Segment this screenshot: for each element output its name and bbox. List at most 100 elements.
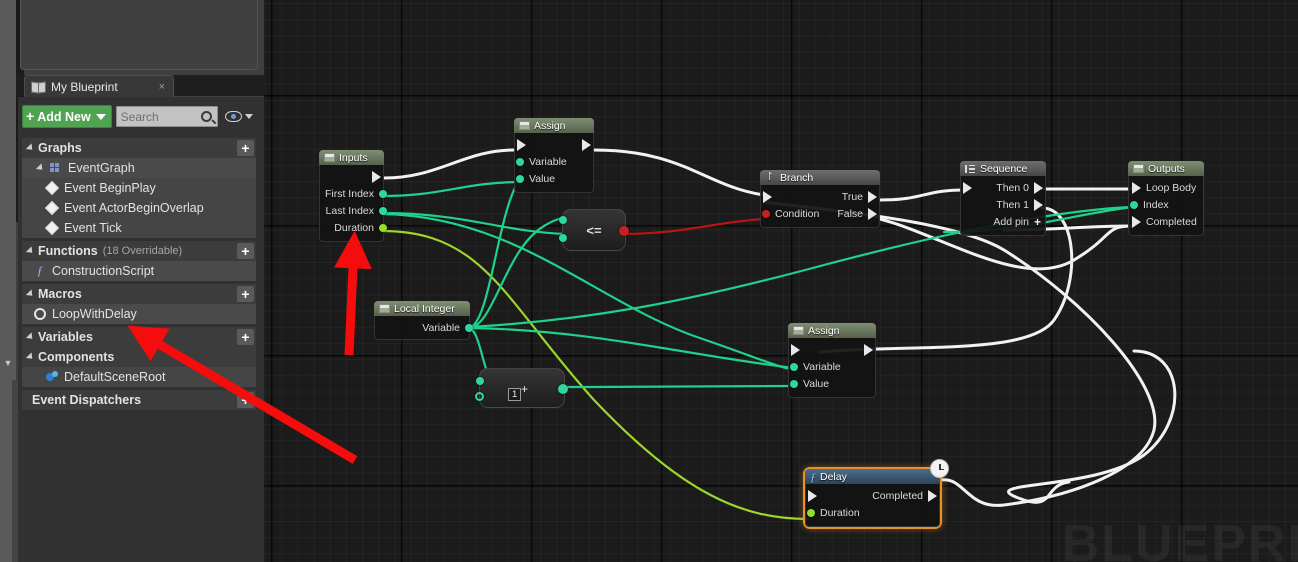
- float-pin-icon: [379, 223, 387, 232]
- tree-item-label: Event BeginPlay: [64, 181, 156, 195]
- pin-value[interactable]: Value: [789, 375, 875, 392]
- int-pin-icon: [465, 323, 473, 332]
- tree-item-event-beginplay[interactable]: Event BeginPlay: [22, 178, 256, 198]
- add-graph-button[interactable]: +: [237, 140, 254, 156]
- exec-pin-icon: [864, 343, 873, 356]
- pin-value[interactable]: Value: [515, 170, 593, 187]
- node-local-integer[interactable]: Local Integer Variable: [374, 301, 473, 340]
- pin-index[interactable]: Index: [1129, 196, 1203, 213]
- blueprint-editor-window: ▼ My Blueprint × + Add New Search Graphs…: [0, 0, 1298, 562]
- node-assign-1[interactable]: Assign Variable Value: [514, 118, 594, 193]
- add-function-button[interactable]: +: [237, 243, 254, 259]
- chevron-down-icon[interactable]: ▼: [2, 357, 14, 369]
- section-label: Event Dispatchers: [32, 393, 142, 407]
- add-new-label: Add New: [37, 109, 91, 124]
- node-body: Variable: [374, 316, 473, 340]
- tree-item-eventgraph[interactable]: EventGraph: [22, 158, 256, 178]
- search-input[interactable]: Search: [115, 106, 218, 127]
- pin-variable[interactable]: Variable: [375, 319, 473, 336]
- node-delay[interactable]: ƒ Delay Completed Duration: [805, 459, 949, 527]
- pin-label: True: [841, 190, 863, 203]
- section-header-components[interactable]: Components: [22, 347, 256, 367]
- bool-pin-icon: [762, 209, 770, 218]
- event-diamond-icon: [44, 200, 60, 216]
- pin-label: Variable: [422, 321, 460, 334]
- operator-label: <=: [586, 222, 602, 238]
- branch-icon: ↾: [765, 170, 775, 183]
- int-pin-icon[interactable]: [559, 216, 567, 224]
- pin-exec-true-row[interactable]: True: [761, 188, 879, 205]
- section-label: Variables: [38, 330, 93, 344]
- pin-duration[interactable]: Duration: [806, 504, 939, 521]
- blueprint-graph-canvas[interactable]: BLUEPRI Inputs First Index Last Index Du…: [264, 0, 1298, 562]
- section-label: Graphs: [38, 141, 82, 155]
- pin-then1-row[interactable]: Then 1: [961, 196, 1045, 213]
- tree-item-label: DefaultSceneRoot: [64, 370, 166, 384]
- visibility-toggle-button[interactable]: [224, 111, 253, 122]
- add-new-button[interactable]: + Add New: [22, 105, 112, 128]
- node-body: Then 0 Then 1 Add pin +: [960, 176, 1046, 236]
- node-inputs[interactable]: Inputs First Index Last Index Duration: [319, 150, 387, 242]
- int-pin-icon: [379, 206, 387, 215]
- section-header-variables[interactable]: Variables +: [22, 327, 256, 347]
- pin-condition-row[interactable]: Condition False: [761, 205, 879, 222]
- expand-triangle-icon: [35, 163, 46, 173]
- function-fx-icon: ƒ: [810, 469, 816, 484]
- pin-label: Duration: [820, 506, 860, 519]
- exec-pin-icon: [808, 489, 817, 502]
- pin-label: Index: [1143, 198, 1169, 211]
- section-header-functions[interactable]: Functions (18 Overridable) +: [22, 241, 256, 261]
- node-add-integer[interactable]: 1 +: [475, 368, 568, 408]
- pin-variable[interactable]: Variable: [515, 153, 593, 170]
- pin-add-pin-row[interactable]: Add pin +: [961, 213, 1045, 230]
- pin-first-index[interactable]: First Index: [320, 185, 387, 202]
- add-pin-label: Add pin: [993, 215, 1029, 228]
- tree-item-loopwithdelay[interactable]: LoopWithDelay: [22, 304, 256, 324]
- node-header: Sequence: [960, 161, 1046, 176]
- my-blueprint-panel: ▼ My Blueprint × + Add New Search Graphs…: [0, 0, 264, 562]
- plus-icon[interactable]: +: [1034, 215, 1041, 229]
- node-outputs[interactable]: Outputs Loop Body Index Completed: [1128, 161, 1204, 236]
- int-pin-icon[interactable]: [558, 384, 568, 394]
- pin-exec-row[interactable]: [789, 341, 875, 358]
- pin-then0-row[interactable]: Then 0: [961, 179, 1045, 196]
- pin-exec-row[interactable]: [515, 136, 593, 153]
- int-pin-icon[interactable]: [475, 392, 484, 401]
- add-macro-button[interactable]: +: [237, 286, 254, 302]
- close-icon[interactable]: ×: [159, 81, 167, 93]
- tree-item-label: EventGraph: [68, 161, 135, 175]
- empty-dock-panel: [20, 0, 258, 70]
- tree-item-constructionscript[interactable]: ƒ ConstructionScript: [22, 261, 256, 281]
- add-variable-button[interactable]: +: [237, 329, 254, 345]
- pin-variable[interactable]: Variable: [789, 358, 875, 375]
- pin-loop-body[interactable]: Loop Body: [1129, 179, 1203, 196]
- node-body: Variable Value: [514, 133, 594, 193]
- section-header-graphs[interactable]: Graphs +: [22, 138, 256, 158]
- blueprint-tree: Graphs + EventGraph Event BeginPlay Even…: [22, 138, 256, 410]
- literal-value[interactable]: 1: [508, 388, 522, 401]
- pin-exec-out[interactable]: [320, 168, 383, 185]
- pin-duration[interactable]: Duration: [320, 219, 387, 236]
- pin-label: Then 1: [996, 198, 1029, 211]
- node-title: Outputs: [1148, 162, 1185, 175]
- int-pin-icon[interactable]: [559, 234, 567, 242]
- node-body: Loop Body Index Completed: [1128, 176, 1204, 236]
- add-event-dispatcher-button[interactable]: +: [237, 392, 254, 408]
- node-sequence[interactable]: Sequence Then 0 Then 1 Add pin +: [960, 161, 1046, 236]
- node-assign-2[interactable]: Assign Variable Value: [788, 323, 876, 398]
- bool-pin-icon[interactable]: [619, 226, 629, 236]
- section-header-event-dispatchers[interactable]: Event Dispatchers +: [22, 390, 256, 410]
- pin-last-index[interactable]: Last Index: [320, 202, 387, 219]
- tab-my-blueprint[interactable]: My Blueprint ×: [24, 75, 174, 97]
- int-pin-icon[interactable]: [476, 377, 484, 385]
- pin-completed-row[interactable]: Completed: [806, 487, 939, 504]
- tree-item-defaultsceneroot[interactable]: DefaultSceneRoot: [22, 367, 256, 387]
- section-header-macros[interactable]: Macros +: [22, 284, 256, 304]
- node-branch[interactable]: ↾ Branch True Condition False: [760, 170, 880, 228]
- tree-item-event-actorbeginoverlap[interactable]: Event ActorBeginOverlap: [22, 198, 256, 218]
- event-diamond-icon: [44, 180, 60, 196]
- node-less-equal[interactable]: <=: [559, 209, 629, 251]
- pin-label: Condition: [775, 207, 820, 220]
- tree-item-event-tick[interactable]: Event Tick: [22, 218, 256, 238]
- pin-completed[interactable]: Completed: [1129, 213, 1203, 230]
